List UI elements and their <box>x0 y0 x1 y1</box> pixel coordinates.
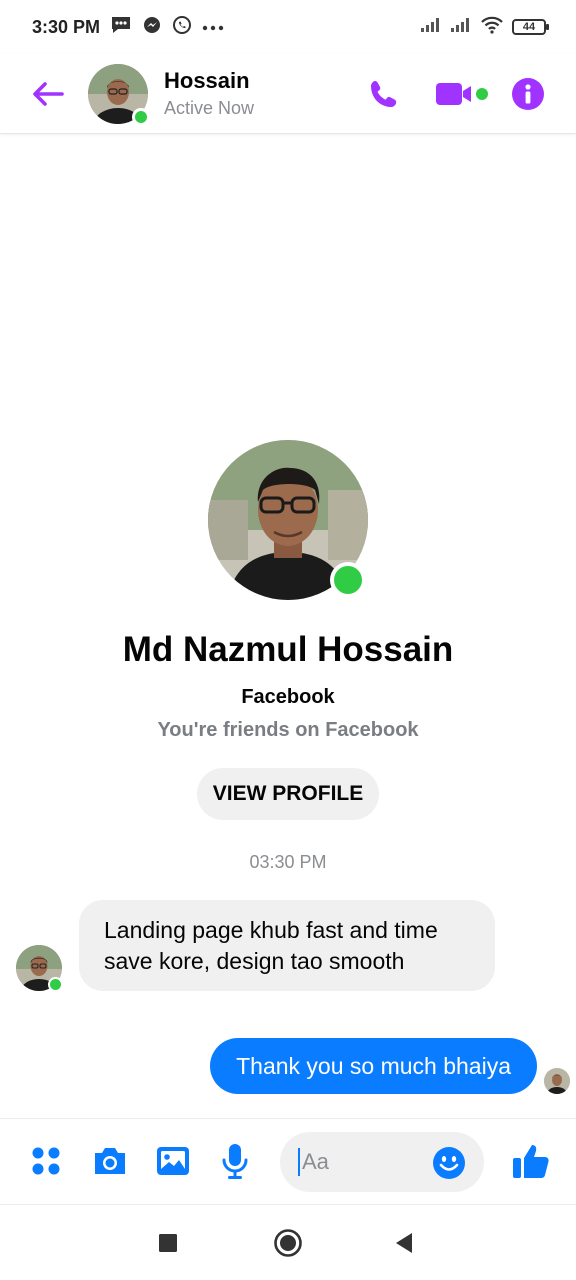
notification-icons <box>110 15 224 40</box>
recents-button[interactable] <box>152 1227 184 1259</box>
audio-call-button[interactable] <box>362 72 406 116</box>
contact-name: Hossain <box>164 67 250 93</box>
message-input[interactable]: Aa <box>280 1132 484 1192</box>
profile-platform: Facebook <box>241 686 335 708</box>
header-actions <box>362 72 546 116</box>
signal-icon-2 <box>450 17 472 38</box>
voice-message-button[interactable] <box>218 1141 252 1181</box>
messages-notification-icon <box>110 15 132 40</box>
system-status-icons: 44 <box>420 16 549 39</box>
outgoing-message-row: Thank you so much bhaiya <box>210 1038 570 1094</box>
back-button[interactable] <box>24 70 72 118</box>
emoji-button[interactable] <box>432 1146 466 1185</box>
more-notifications-icon <box>202 18 224 36</box>
header-contact-info[interactable]: Hossain Active Now <box>164 68 254 120</box>
incoming-message-bubble[interactable]: Landing page khub fast and time save kor… <box>79 900 495 991</box>
camera-icon <box>95 1148 125 1174</box>
incoming-message-row: Landing page khub fast and time save kor… <box>16 900 495 992</box>
sender-avatar[interactable] <box>16 945 63 992</box>
read-receipt-avatar <box>544 1068 570 1094</box>
recents-square-icon <box>159 1234 177 1252</box>
online-status-dot <box>330 562 366 598</box>
text-caret <box>298 1148 300 1176</box>
like-button[interactable] <box>510 1141 552 1181</box>
message-timestamp: 03:30 PM <box>249 852 327 872</box>
contact-profile-card: Md Nazmul Hossain Facebook You're friend… <box>0 440 576 820</box>
apps-button[interactable] <box>28 1143 64 1179</box>
status-bar: 3:30 PM 44 <box>0 0 576 54</box>
outgoing-message-bubble[interactable]: Thank you so much bhaiya <box>210 1038 537 1094</box>
profile-relation: You're friends on Facebook <box>157 719 419 741</box>
chat-header: Hossain Active Now <box>0 54 576 134</box>
camera-button[interactable] <box>90 1143 130 1179</box>
home-button[interactable] <box>270 1225 306 1261</box>
signal-icon <box>420 17 442 38</box>
online-status-dot <box>48 977 63 992</box>
emoji-icon <box>433 1147 465 1179</box>
status-time: 3:30 PM <box>32 16 101 37</box>
thumbs-up-icon <box>513 1145 549 1178</box>
apps-icon <box>32 1147 60 1175</box>
wifi-icon <box>480 16 504 39</box>
info-icon <box>512 77 544 110</box>
battery-icon: 44 <box>512 19 549 35</box>
video-call-button[interactable] <box>434 72 492 116</box>
message-input-placeholder: Aa <box>302 1149 329 1174</box>
gallery-icon <box>157 1147 189 1175</box>
back-triangle-icon <box>396 1233 412 1253</box>
back-arrow-icon <box>33 81 64 106</box>
gallery-button[interactable] <box>154 1143 192 1179</box>
video-camera-icon <box>436 82 488 105</box>
view-profile-button[interactable]: VIEW PROFILE <box>196 768 380 820</box>
phone-icon <box>371 80 397 107</box>
microphone-icon <box>222 1144 248 1179</box>
system-navigation-bar <box>0 1204 576 1280</box>
profile-avatar <box>208 440 368 600</box>
online-status-dot <box>132 107 150 126</box>
contact-active-status: Active Now <box>164 97 255 118</box>
back-nav-button[interactable] <box>388 1227 420 1259</box>
info-button[interactable] <box>510 76 546 112</box>
header-avatar[interactable] <box>88 63 150 126</box>
whatsapp-notification-icon <box>172 15 192 40</box>
message-composer: Aa <box>0 1118 576 1204</box>
profile-full-name: Md Nazmul Hossain <box>122 630 454 669</box>
messenger-notification-icon <box>142 15 162 40</box>
home-circle-icon <box>274 1229 302 1257</box>
